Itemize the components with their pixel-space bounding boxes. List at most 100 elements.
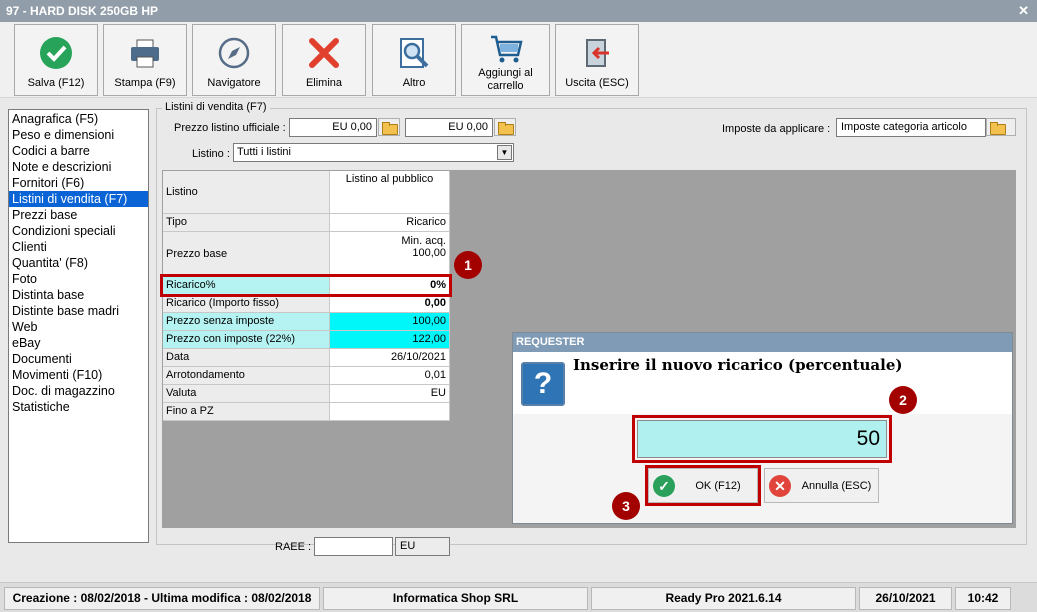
highlight-ok-button [645,465,761,506]
highlight-input [632,415,892,463]
annotation-badge-3: 3 [612,492,640,520]
grid-row-label: Arrotondamento [163,367,330,385]
sidebar-item[interactable]: Peso e dimensioni [9,127,148,143]
raee-field[interactable] [314,537,393,556]
sidebar-item[interactable]: eBay [9,335,148,351]
status-bar: Creazione : 08/02/2018 - Ultima modifica… [0,582,1037,612]
magnifier-doc-icon [400,38,429,68]
annotation-badge-2: 2 [889,386,917,414]
listino-label: Listino : [192,148,230,160]
raee-currency: EU [395,537,450,556]
listino-select[interactable]: Tutti i listini ▼ [233,143,514,162]
exit-button[interactable]: Uscita (ESC) [555,24,639,96]
imposte-field[interactable]: Imposte categoria articolo [836,118,986,137]
prezzo-listino-field-2[interactable]: EU 0,00 [405,118,493,137]
prezzo-listino-field-1[interactable]: EU 0,00 [289,118,377,137]
sidebar-item[interactable]: Clienti [9,239,148,255]
sidebar-item[interactable]: Distinte base madri [9,303,148,319]
cart-icon [490,35,523,63]
listino-select-value: Tutti i listini [237,146,291,158]
sidebar-item[interactable]: Movimenti (F10) [9,367,148,383]
delete-button[interactable]: Elimina [282,24,366,96]
grid-row-value[interactable] [330,403,450,421]
requester-message: Inserire il nuovo ricarico (percentuale) [573,356,903,374]
save-button-label: Salva (F12) [27,77,85,89]
printer-icon [131,39,159,68]
add-to-cart-button[interactable]: Aggiungi al carrello [461,24,550,96]
grid-row-label: Prezzo senza imposte [163,313,330,331]
delete-x-icon [309,38,339,68]
sidebar-item[interactable]: Fornitori (F6) [9,175,148,191]
window-title: 97 - HARD DISK 250GB HP [6,4,159,18]
imposte-label: Imposte da applicare : [722,123,831,135]
add-to-cart-label: Aggiungi al carrello [478,67,533,92]
sidebar-item[interactable]: Anagrafica (F5) [9,111,148,127]
sidebar-item[interactable]: Note e descrizioni [9,159,148,175]
status-dates: Creazione : 08/02/2018 - Ultima modifica… [4,587,320,610]
status-version: Ready Pro 2021.6.14 [591,587,856,610]
check-icon [40,37,72,69]
sidebar-item[interactable]: Listini di vendita (F7) [9,191,148,207]
grid-row-value-line2: 100,00 [412,247,446,259]
grid-row-value-line1: Min. acq. [401,235,446,247]
delete-button-label: Elimina [305,77,343,89]
sidebar-item[interactable]: Doc. di magazzino [9,383,148,399]
print-button-label: Stampa (F9) [114,77,176,89]
chevron-down-icon[interactable]: ▼ [497,145,512,160]
folder-icon[interactable] [986,118,1016,136]
sidebar-item[interactable]: Distinta base [9,287,148,303]
grid-row-value[interactable]: 0,01 [330,367,450,385]
status-company: Informatica Shop SRL [323,587,588,610]
sidebar-item[interactable]: Codici a barre [9,143,148,159]
more-button[interactable]: Altro [372,24,456,96]
annotation-badge-1: 1 [454,251,482,279]
grid-row-value[interactable]: 100,00 [330,313,450,331]
sidebar-item[interactable]: Quantita' (F8) [9,255,148,271]
compass-icon [218,37,250,69]
highlight-ricarico-row [160,274,452,297]
exit-button-label: Uscita (ESC) [565,77,629,89]
navigator-button-label: Navigatore [207,77,261,89]
grid-row-value[interactable]: Min. acq. 100,00 [330,232,450,276]
sidebar-item[interactable]: Statistiche [9,399,148,415]
grid-row-label: Valuta [163,385,330,403]
close-icon[interactable]: ✕ [1018,0,1029,22]
folder-icon[interactable] [494,118,516,136]
exit-door-icon [586,39,609,67]
sidebar-item[interactable]: Documenti [9,351,148,367]
folder-icon[interactable] [378,118,400,136]
listini-group-title: Listini di vendita (F7) [162,101,270,113]
navigator-button[interactable]: Navigatore [192,24,276,96]
question-icon: ? [521,362,565,406]
sidebar-item[interactable]: Condizioni speciali [9,223,148,239]
print-button[interactable]: Stampa (F9) [103,24,187,96]
cancel-button-label: Annulla (ESC) [801,480,872,492]
save-button[interactable]: Salva (F12) [14,24,98,96]
grid-row-value[interactable]: EU [330,385,450,403]
sidebar-item[interactable]: Web [9,319,148,335]
grid-row-label: Tipo [163,214,330,232]
cancel-button[interactable]: ✕ Annulla (ESC) [764,468,879,503]
grid-row-value[interactable]: 122,00 [330,331,450,349]
grid-row-label: Prezzo base [163,232,330,276]
sidebar-nav: Anagrafica (F5) Peso e dimensioni Codici a… [8,109,149,543]
status-time: 10:42 [955,587,1011,610]
grid-row-value[interactable]: 26/10/2021 [330,349,450,367]
grid-row-label: Ricarico (Importo fisso) [163,295,330,313]
grid-header-column[interactable]: Listino al pubblico [330,171,450,214]
more-button-label: Altro [402,77,426,89]
grid-row-label: Fino a PZ [163,403,330,421]
grid-row-value[interactable]: Ricarico [330,214,450,232]
sidebar-item[interactable]: Prezzi base [9,207,148,223]
raee-label: RAEE : [275,541,312,553]
grid-row-value[interactable]: 0,00 [330,295,450,313]
grid-header-label: Listino [163,171,330,214]
cancel-circle-icon: ✕ [769,475,791,497]
requester-title: REQUESTER [513,333,1012,352]
toolbar: Salva (F12) Stampa (F9) Navigatore Elimi… [0,22,1037,98]
sidebar-item[interactable]: Foto [9,271,148,287]
prezzo-listino-label: Prezzo listino ufficiale : [174,122,286,134]
window-title-bar: 97 - HARD DISK 250GB HP ✕ [0,0,1037,22]
grid-row-label: Prezzo con imposte (22%) [163,331,330,349]
status-date: 26/10/2021 [859,587,952,610]
